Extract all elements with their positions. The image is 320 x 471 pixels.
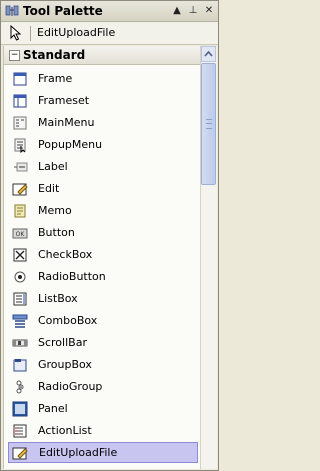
list-item-radiobutton[interactable]: RadioButton — [8, 266, 198, 287]
list-item-label: ActionList — [38, 424, 92, 437]
radiobutton-icon — [14, 271, 26, 283]
list-item-frame[interactable]: Frame — [8, 68, 198, 89]
list-item-label: GroupBox — [38, 358, 92, 371]
filter-separator — [30, 26, 31, 41]
list-item-radiogroup[interactable]: RadioGroup — [8, 376, 198, 397]
tool-palette-icon — [5, 5, 19, 16]
list-item-label: Frameset — [38, 94, 90, 107]
filter-text[interactable]: EditUploadFile — [37, 26, 115, 39]
list-item-memo[interactable]: Memo — [8, 200, 198, 221]
list-item-combobox[interactable]: ComboBox — [8, 310, 198, 331]
scrollbar-icon — [12, 339, 28, 347]
edituploadfile-icon — [12, 447, 28, 460]
grip-icon — [206, 119, 212, 129]
list-item-groupbox[interactable]: GroupBox — [8, 354, 198, 375]
scroll-up-button[interactable] — [201, 46, 216, 62]
mainmenu-icon — [13, 116, 27, 130]
list-item-edit[interactable]: Edit — [8, 178, 198, 199]
vertical-scrollbar[interactable] — [200, 46, 217, 469]
pin-button[interactable]: ⊥ — [187, 4, 199, 17]
listbox-icon — [13, 292, 27, 306]
frame-icon — [13, 72, 27, 86]
list-item-edituploadfile[interactable]: EditUploadFile — [8, 442, 198, 463]
list-item-panel[interactable]: Panel — [8, 398, 198, 419]
popupmenu-icon — [14, 138, 26, 153]
list-item-label: CheckBox — [38, 248, 93, 261]
component-filter[interactable]: EditUploadFile — [1, 22, 218, 45]
scroll-thumb[interactable] — [201, 63, 216, 185]
pointer-arrow-icon — [10, 25, 22, 41]
window-title: Tool Palette — [23, 4, 103, 18]
svg-text:OK: OK — [16, 231, 26, 238]
list-item-mainmenu[interactable]: MainMenu — [8, 112, 198, 133]
list-item-actionlist[interactable]: ActionList — [8, 420, 198, 441]
list-item-label[interactable]: Label — [8, 156, 198, 177]
list-item-label: PopupMenu — [38, 138, 103, 151]
groupbox-icon — [13, 359, 27, 372]
edit-icon — [12, 183, 28, 196]
category-label: Standard — [23, 48, 86, 62]
list-item-checkbox[interactable]: CheckBox — [8, 244, 198, 265]
list-item-label: Panel — [38, 402, 68, 415]
close-button[interactable]: ✕ — [203, 4, 215, 17]
component-list: − Standard Frame Frameset MainMenu Popup… — [3, 46, 200, 469]
list-item-label: Edit — [38, 182, 60, 195]
panel-icon — [12, 401, 28, 417]
radiogroup-icon — [16, 380, 24, 394]
list-item-button[interactable]: OK Button — [8, 222, 198, 243]
title-bar[interactable]: Tool Palette ▲ ⊥ ✕ — [1, 1, 218, 22]
list-item-listbox[interactable]: ListBox — [8, 288, 198, 309]
collapse-icon[interactable]: − — [9, 50, 20, 61]
checkbox-icon — [13, 248, 27, 262]
list-item-frameset[interactable]: Frameset — [8, 90, 198, 111]
memo-icon — [14, 204, 26, 218]
list-item-scrollbar[interactable]: ScrollBar — [8, 332, 198, 353]
actionlist-icon — [13, 424, 27, 438]
dropdown-button[interactable]: ▲ — [171, 4, 183, 17]
list-item-label: RadioGroup — [38, 380, 103, 393]
category-header-standard[interactable]: − Standard — [4, 46, 200, 65]
combobox-icon — [12, 314, 28, 328]
list-item-label: ListBox — [38, 292, 78, 305]
button-icon: OK — [12, 228, 28, 239]
chevron-up-icon — [204, 50, 213, 57]
list-item-label: RadioButton — [38, 270, 106, 283]
list-item-label: Frame — [38, 72, 73, 85]
list-item-label: ScrollBar — [38, 336, 87, 349]
list-item-label: EditUploadFile — [39, 446, 118, 459]
list-item-label: ComboBox — [38, 314, 98, 327]
list-item-label: Memo — [38, 204, 72, 217]
frameset-icon — [13, 94, 27, 108]
label-icon — [14, 162, 28, 172]
list-item-label: MainMenu — [38, 116, 95, 129]
list-item-label: Label — [38, 160, 68, 173]
list-item-popupmenu[interactable]: PopupMenu — [8, 134, 198, 155]
list-item-label: Button — [38, 226, 75, 239]
